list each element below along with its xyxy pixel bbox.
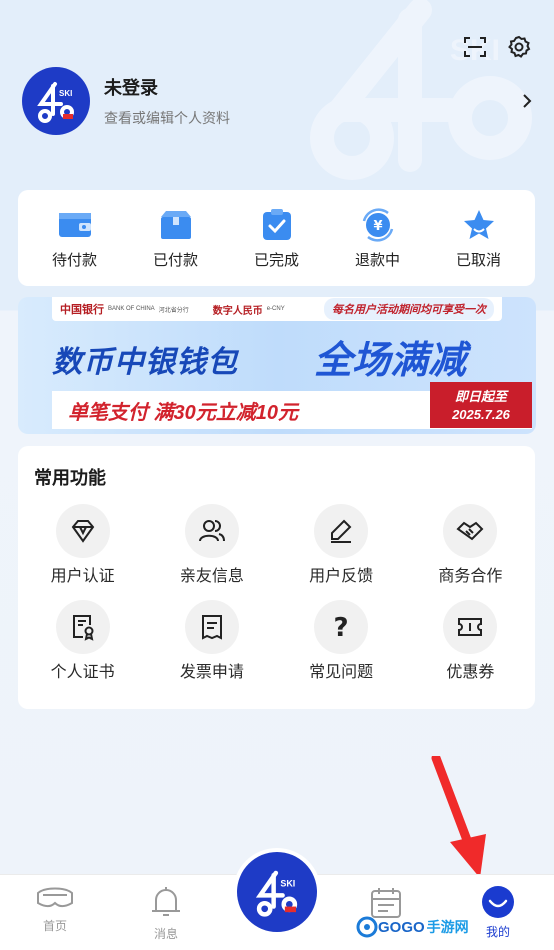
order-completed[interactable]: 已完成 [232,207,322,270]
ski-logo-icon: SKI [37,82,74,123]
order-refunding[interactable]: ¥ 退款中 [333,207,423,270]
feature-user-verification[interactable]: 用户认证 [18,504,147,586]
svg-text:SKI: SKI [59,89,72,98]
diamond-icon [71,520,94,543]
order-status-card: 待付款 已付款 已完成 ¥ 退款中 已取消 [18,190,535,286]
tab-messages[interactable]: 消息 [131,885,201,942]
feature-business-cooperation[interactable]: 商务合作 [406,504,535,586]
handshake-icon [456,521,484,541]
center-ski-button[interactable]: SKI [237,852,317,932]
profile-subtitle: 查看或编辑个人资料 [104,110,230,126]
feature-family-info[interactable]: 亲友信息 [147,504,276,586]
promo-banner[interactable]: 中国银行 BANK OF CHINA 河北省分行 数字人民币 e-CNY 每名用… [18,297,536,434]
question-icon: ? [334,613,349,641]
refund-yen-icon: ¥ [362,207,393,242]
common-features-card: 常用功能 用户认证 亲友信息 用户反馈 商务合作 个人证书 发票申请 ? 常见问… [18,446,535,709]
profile-name: 未登录 [104,78,158,98]
box-icon [160,210,191,239]
feature-personal-certificate[interactable]: 个人证书 [18,600,147,682]
profile-smile-icon [482,886,514,918]
certificate-icon [72,615,94,641]
svg-text:SKI: SKI [280,878,295,888]
bell-icon [152,887,180,916]
chevron-right-icon[interactable] [518,92,536,110]
feature-invoice-request[interactable]: 发票申请 [147,600,276,682]
wallet-icon [58,212,91,237]
banner-date: 即日起至 2025.7.26 [430,382,532,428]
ski-logo-icon: SKI [255,870,298,917]
goggles-icon [37,887,73,907]
tab-home[interactable]: 首页 [20,885,90,934]
gogo-logo-icon [356,916,378,938]
banner-title-discount: 全场满减 [314,340,467,382]
profile-card[interactable]: SKI 未登录 查看或编辑个人资料 [22,67,536,135]
banner-header: 中国银行 BANK OF CHINA 河北省分行 数字人民币 e-CNY 每名用… [52,297,502,321]
svg-text:¥: ¥ [373,219,382,234]
banner-deal-strip: 单笔支付 满30元立减10元 即日起至 2025.7.26 [52,382,532,429]
gear-icon[interactable] [506,34,532,60]
features-title: 常用功能 [34,468,106,488]
site-watermark: GOGO 手游网 [356,916,469,938]
tab-mine[interactable]: 我的 [463,885,533,940]
feature-user-feedback[interactable]: 用户反馈 [277,504,406,586]
feature-faq[interactable]: ? 常见问题 [277,600,406,682]
scan-icon[interactable] [462,34,488,60]
order-cancelled[interactable]: 已取消 [434,207,524,270]
star-icon [463,209,494,239]
feature-coupons[interactable]: 优惠券 [406,600,535,682]
order-pending-payment[interactable]: 待付款 [30,207,120,270]
users-icon [198,520,225,542]
receipt-icon [201,615,222,640]
edit-icon [331,519,352,543]
svg-text:?: ? [334,613,349,641]
clipboard-check-icon [262,208,291,240]
avatar[interactable]: SKI [22,67,90,135]
ticket-icon [458,618,483,636]
red-arrow-annotation [431,756,486,878]
order-paid[interactable]: 已付款 [131,207,221,270]
banner-title-wallet: 数币中银钱包 [52,346,238,379]
